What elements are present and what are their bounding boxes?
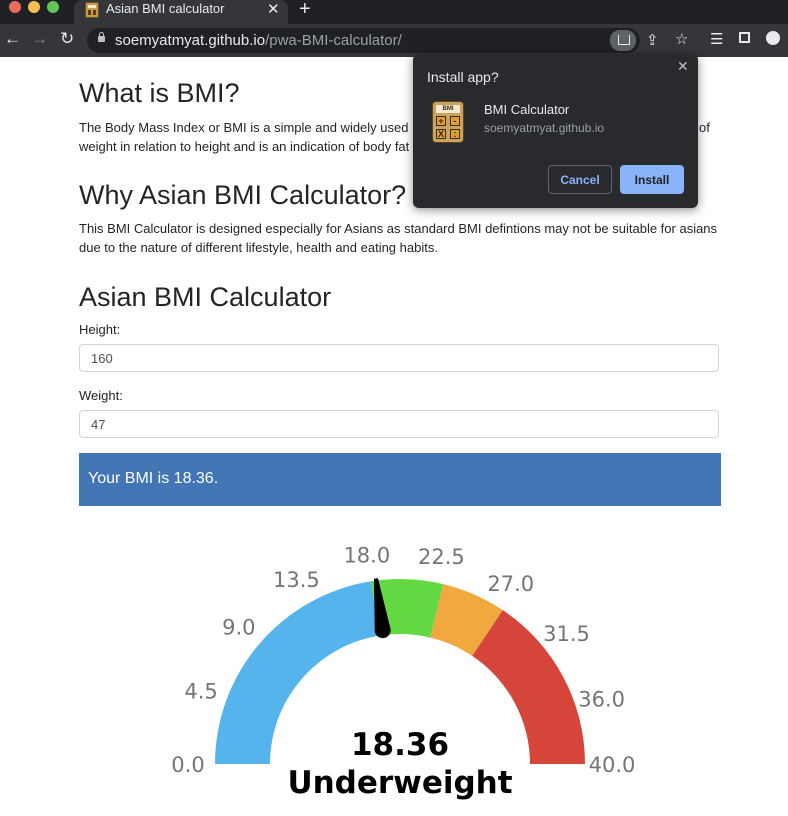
gauge-tick-label: 22.5 <box>418 545 465 569</box>
gauge-tick-label: 9.0 <box>222 615 255 639</box>
app-origin: soemyatmyat.github.io <box>484 121 605 135</box>
gauge-category-label: Underweight <box>287 765 512 801</box>
install-app-dialog: Install app? ✕ BMI + - X : BMI Calculato… <box>413 54 698 208</box>
gauge-tick-label: 36.0 <box>578 687 625 711</box>
install-dialog-title: Install app? <box>427 69 499 85</box>
gauge-tick-label: 13.5 <box>273 568 320 592</box>
gauge-tick-label: 4.5 <box>184 680 217 704</box>
close-icon[interactable]: ✕ <box>677 58 689 75</box>
calculator-app-icon: BMI + - X : <box>432 101 464 143</box>
app-icon-key: + <box>436 116 446 126</box>
install-button[interactable]: Install <box>620 165 684 194</box>
gauge-tick-label: 31.5 <box>543 622 590 646</box>
gauge-tick-label: 18.0 <box>343 544 390 568</box>
gauge-tick-label: 0.0 <box>171 753 204 777</box>
app-icon-display: BMI <box>436 105 460 113</box>
app-name: BMI Calculator <box>484 102 570 117</box>
gauge-value-label: 18.36 <box>351 727 449 763</box>
app-icon-key: X <box>436 129 446 139</box>
app-icon-key: : <box>450 129 460 139</box>
app-icon-key: - <box>450 116 460 126</box>
gauge-tick-label: 40.0 <box>589 753 636 777</box>
gauge-tick-label: 27.0 <box>487 572 534 596</box>
cancel-button[interactable]: Cancel <box>548 165 612 194</box>
